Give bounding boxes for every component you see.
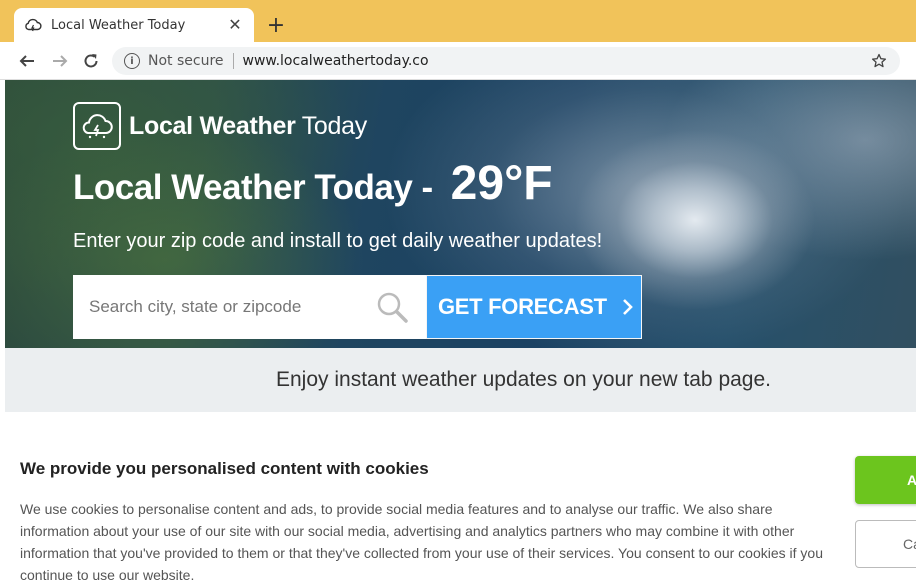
browser-tab[interactable]: Local Weather Today ✕ bbox=[14, 8, 254, 42]
hero-subtitle: Enter your zip code and install to get d… bbox=[73, 230, 603, 252]
forward-arrow-icon[interactable] bbox=[49, 50, 71, 72]
brand-name-bold: Local Weather bbox=[129, 111, 296, 140]
accept-cookies-button[interactable]: A bbox=[855, 456, 916, 504]
search-input[interactable] bbox=[89, 297, 374, 317]
brand[interactable]: Local Weather Today bbox=[73, 102, 367, 150]
url-text[interactable]: www.localweathertoday.co bbox=[243, 53, 870, 69]
cloud-favicon-icon bbox=[24, 16, 42, 34]
bookmark-star-icon[interactable] bbox=[870, 52, 888, 70]
cancel-cookies-button[interactable]: Ca bbox=[855, 520, 916, 568]
chevron-right-icon bbox=[621, 297, 635, 317]
brand-name: Local Weather Today bbox=[129, 112, 367, 141]
promo-strip: Enjoy instant weather updates on your ne… bbox=[5, 348, 916, 412]
security-label: Not secure bbox=[148, 53, 224, 69]
plus-icon[interactable]: + bbox=[264, 13, 288, 38]
address-separator bbox=[232, 53, 234, 69]
get-forecast-button[interactable]: GET FORECAST bbox=[426, 275, 642, 339]
tab-strip: Local Weather Today ✕ + bbox=[0, 0, 916, 42]
info-icon[interactable]: i bbox=[124, 53, 140, 69]
page-title: Local Weather Today - 29°F bbox=[73, 156, 553, 211]
brand-name-light: Today bbox=[301, 111, 368, 140]
weather-logo-icon bbox=[73, 102, 121, 150]
get-forecast-label: GET FORECAST bbox=[438, 294, 607, 319]
reload-icon[interactable] bbox=[80, 50, 102, 72]
promo-text: Enjoy instant weather updates on your ne… bbox=[276, 368, 771, 391]
close-icon[interactable]: ✕ bbox=[226, 16, 244, 34]
hero-banner: Local Weather Today Local Weather Today … bbox=[5, 80, 916, 348]
address-bar[interactable]: i Not secure www.localweathertoday.co bbox=[112, 47, 900, 75]
tab-title: Local Weather Today bbox=[51, 17, 186, 33]
search-box bbox=[73, 275, 426, 339]
back-arrow-icon[interactable] bbox=[16, 50, 38, 72]
browser-toolbar: i Not secure www.localweathertoday.co bbox=[0, 42, 916, 80]
cookie-text: We use cookies to personalise content an… bbox=[20, 501, 823, 583]
hero-title-text: Local Weather Today - bbox=[73, 168, 433, 207]
cookie-title: We provide you personalised content with… bbox=[20, 459, 429, 478]
temperature-readout: 29°F bbox=[450, 157, 553, 210]
cookie-banner: We provide you personalised content with… bbox=[0, 412, 916, 586]
search-icon[interactable] bbox=[374, 289, 410, 325]
